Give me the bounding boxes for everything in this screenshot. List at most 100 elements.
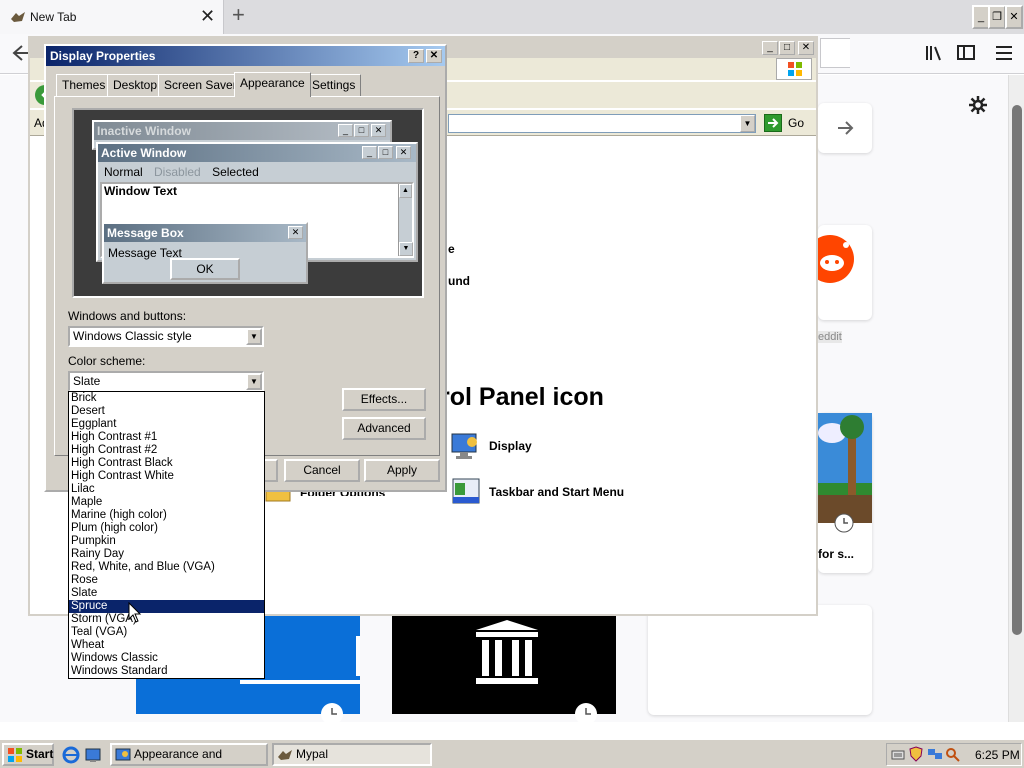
mypal-icon [11, 12, 25, 22]
empty-tile[interactable] [648, 605, 872, 715]
search-icon[interactable] [945, 747, 961, 763]
game-thumbnail [818, 413, 872, 523]
effects-button[interactable]: Effects... [342, 388, 426, 411]
color-scheme-option[interactable]: Desert [69, 405, 264, 418]
tab-title: New Tab [30, 10, 77, 24]
display-link[interactable]: Display [489, 439, 532, 453]
page-scrollbar[interactable] [1008, 75, 1024, 722]
ie-icon[interactable] [62, 746, 80, 764]
windows-logo-box [776, 58, 812, 80]
cp-maximize-button[interactable]: □ [779, 41, 795, 55]
cp-fragment-e: e [448, 242, 455, 256]
search-go-card[interactable] [818, 103, 872, 153]
help-button[interactable]: ? [408, 49, 424, 63]
color-scheme-option[interactable]: Lilac [69, 483, 264, 496]
taskbar-item-appearance[interactable]: Appearance and Themes [110, 743, 268, 768]
dialog-title: Display Properties [50, 49, 156, 63]
url-bar-end[interactable] [820, 38, 850, 68]
display-icon[interactable] [450, 430, 482, 462]
color-scheme-option[interactable]: Plum (high color) [69, 522, 264, 535]
keyboard-icon[interactable] [891, 747, 905, 761]
address-input[interactable]: ▼ [448, 114, 756, 133]
color-scheme-option[interactable]: Rainy Day [69, 548, 264, 561]
library-icon[interactable] [924, 44, 944, 62]
preview-message-box: Message Box ✕ Message Text OK [102, 222, 308, 284]
tab-new-tab[interactable]: New Tab ✕ [0, 0, 224, 34]
color-scheme-option[interactable]: Storm (VGA) [69, 613, 264, 626]
color-scheme-option[interactable]: Maple [69, 496, 264, 509]
taskbar-item-mypal[interactable]: Mypal [272, 743, 432, 766]
reddit-tile[interactable] [818, 225, 872, 320]
color-scheme-option[interactable]: Windows Standard [69, 665, 264, 678]
tab-desktop[interactable]: Desktop [107, 74, 164, 96]
chevron-down-icon[interactable]: ▼ [246, 328, 262, 345]
preview-scrollbar: ▲ ▼ [398, 184, 413, 256]
color-scheme-option[interactable]: Rose [69, 574, 264, 587]
color-scheme-dropdown-list[interactable]: Brick Desert Eggplant High Contrast #1 High … [68, 391, 265, 679]
desktop-icon[interactable] [84, 746, 102, 764]
preview-menu-selected: Selected [212, 165, 259, 179]
preview-menubar: Normal Disabled Selected [100, 164, 259, 180]
color-scheme-option[interactable]: Brick [69, 392, 264, 405]
preview-close-icon: ✕ [371, 124, 386, 137]
color-scheme-option[interactable]: High Contrast White [69, 470, 264, 483]
tab-settings[interactable]: Settings [306, 74, 362, 96]
apply-button[interactable]: Apply [364, 459, 440, 482]
clock-icon [575, 703, 597, 725]
cp-heading: rol Panel icon [440, 383, 604, 411]
preview-menu-disabled: Disabled [154, 165, 201, 179]
advanced-button[interactable]: Advanced [342, 417, 426, 440]
restore-button[interactable]: ❐ [988, 5, 1006, 29]
color-scheme-option[interactable]: Windows Classic [69, 652, 264, 665]
tab-screen-saver[interactable]: Screen Saver [158, 74, 243, 96]
address-dropdown-icon[interactable]: ▼ [740, 115, 755, 132]
cp-close-button[interactable]: ✕ [798, 41, 814, 55]
taskbar-start-menu-link[interactable]: Taskbar and Start Menu [489, 485, 624, 499]
windows-buttons-select[interactable]: Windows Classic style ▼ [68, 326, 264, 347]
back-icon[interactable] [8, 42, 30, 64]
preview-close-icon: ✕ [396, 146, 411, 159]
dialog-close-button[interactable]: ✕ [426, 49, 442, 63]
tab-close-icon[interactable]: ✕ [200, 6, 215, 27]
tile-stripe [240, 680, 360, 684]
color-scheme-option[interactable]: Teal (VGA) [69, 626, 264, 639]
settings-gear-icon[interactable] [968, 95, 988, 115]
preview-ok-button: OK [170, 258, 240, 280]
clock[interactable]: 6:25 PM [975, 748, 1020, 762]
scrollbar-thumb[interactable] [1012, 105, 1022, 635]
preview-menu-normal: Normal [104, 165, 143, 179]
cp-minimize-button[interactable]: _ [762, 41, 778, 55]
color-scheme-option[interactable]: Slate [69, 587, 264, 600]
color-scheme-option[interactable]: Pumpkin [69, 535, 264, 548]
chevron-down-icon[interactable]: ▼ [246, 373, 262, 390]
sidebar-icon[interactable] [956, 44, 976, 62]
new-tab-button[interactable]: + [232, 2, 245, 28]
game-tile[interactable]: for s... [818, 413, 872, 573]
network-icon[interactable] [927, 747, 943, 761]
taskbar-start-menu-icon[interactable] [450, 475, 482, 507]
color-scheme-option[interactable]: Wheat [69, 639, 264, 652]
color-scheme-option[interactable]: Red, White, and Blue (VGA) [69, 561, 264, 574]
color-scheme-option[interactable]: Spruce [69, 600, 264, 613]
go-label[interactable]: Go [788, 116, 804, 130]
scroll-up-icon: ▲ [399, 184, 412, 198]
preview-msgbox-close-icon: ✕ [288, 226, 303, 239]
cancel-button[interactable]: Cancel [284, 459, 360, 482]
color-scheme-value: Slate [73, 374, 101, 388]
start-label: Start [26, 747, 54, 761]
tab-themes[interactable]: Themes [56, 74, 112, 96]
start-button[interactable]: Start [2, 743, 54, 766]
color-scheme-option[interactable]: High Contrast #2 [69, 444, 264, 457]
close-button[interactable]: ✕ [1005, 5, 1023, 29]
color-scheme-option[interactable]: High Contrast #1 [69, 431, 264, 444]
menu-icon[interactable] [994, 44, 1014, 62]
go-arrow-icon[interactable] [764, 114, 782, 132]
color-scheme-option[interactable]: Eggplant [69, 418, 264, 431]
security-shield-icon[interactable] [909, 746, 923, 762]
color-scheme-option[interactable]: Marine (high color) [69, 509, 264, 522]
archive-tile[interactable] [392, 616, 616, 725]
tab-appearance[interactable]: Appearance [234, 72, 311, 97]
color-scheme-option[interactable]: High Contrast Black [69, 457, 264, 470]
reddit-logo-icon [818, 235, 854, 283]
color-scheme-select[interactable]: Slate ▼ [68, 371, 264, 392]
